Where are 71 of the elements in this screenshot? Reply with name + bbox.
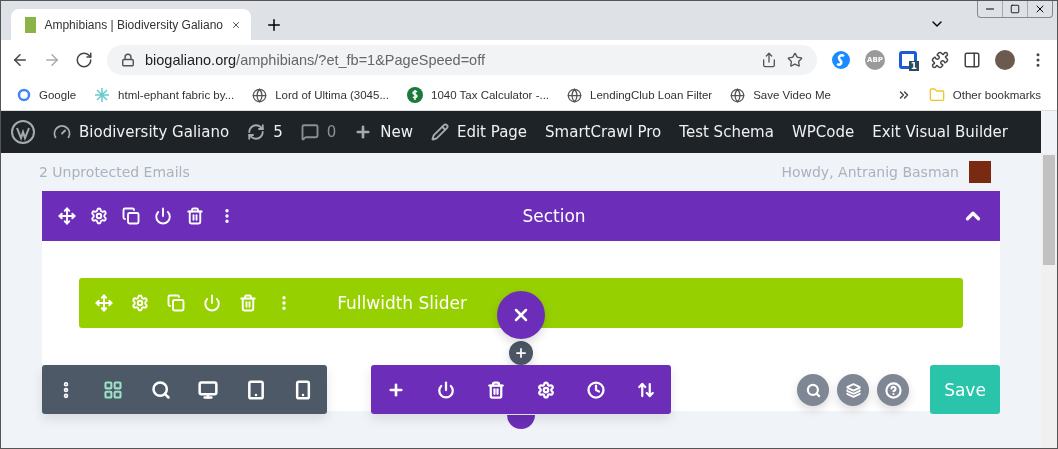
close-icon: [1034, 3, 1046, 15]
extension-icon[interactable]: [831, 50, 851, 70]
zoom-icon[interactable]: [150, 379, 171, 400]
wireframe-icon[interactable]: [103, 379, 124, 400]
trash-icon[interactable]: [487, 380, 505, 399]
power-icon[interactable]: [437, 380, 455, 399]
back-icon[interactable]: [11, 51, 29, 69]
restore-icon: [1010, 4, 1020, 14]
browser-tab[interactable]: Amphibians | Biodiversity Galiano: [11, 9, 251, 40]
folder-icon: [928, 87, 945, 103]
share-icon[interactable]: [761, 52, 777, 68]
count-badge: 1: [908, 61, 919, 71]
gauge-icon[interactable]: [53, 123, 71, 141]
globe-icon: [567, 87, 583, 103]
comment-icon[interactable]: [300, 123, 319, 141]
admin-bar-item[interactable]: Biodiversity Galiano: [53, 123, 230, 141]
admin-bar-item[interactable]: SmartCrawl Pro: [545, 123, 662, 141]
snowflake-icon: [94, 87, 111, 103]
bookmark[interactable]: Lord of Ultima (3045...: [252, 87, 389, 103]
bookmark[interactable]: 1040 Tax Calculator -...: [407, 87, 550, 103]
globe-icon: [730, 87, 746, 103]
extension-icon[interactable]: 1: [899, 51, 917, 69]
star-icon[interactable]: [787, 52, 803, 68]
puzzle-icon[interactable]: [931, 51, 949, 69]
globe-icon: [252, 87, 268, 103]
pencil-icon[interactable]: [430, 123, 449, 141]
admin-bar-item[interactable]: 0: [300, 123, 337, 141]
plus-icon: [514, 346, 528, 360]
admin-bar-item[interactable]: Edit Page: [430, 123, 528, 141]
power-icon[interactable]: [154, 207, 172, 225]
desktop-icon[interactable]: [198, 379, 219, 400]
history-icon[interactable]: [587, 380, 605, 399]
faint-greeting: Howdy, Antranig Basman: [781, 164, 959, 180]
layers-icon: [845, 382, 861, 398]
trash-icon[interactable]: [186, 207, 204, 225]
add-row-button[interactable]: [507, 415, 535, 429]
settings-icon[interactable]: [537, 380, 555, 399]
bookmark[interactable]: Save Video Me: [730, 87, 831, 103]
help-icon: [884, 381, 902, 399]
avatar: [969, 161, 991, 183]
address-bar[interactable]: biogaliano.org/amphibians/?et_fb=1&PageSpeed=off: [107, 45, 817, 75]
bookmark-folder[interactable]: Other bookmarks: [928, 87, 1041, 103]
admin-bar-item[interactable]: WPCode: [791, 123, 855, 141]
module-title: Fullwidth Slider: [337, 293, 467, 313]
admin-bar-item[interactable]: 5: [247, 123, 283, 141]
side-panel-icon[interactable]: [963, 51, 981, 69]
dollar-icon: [407, 87, 423, 103]
admin-bar-item[interactable]: Test Schema: [679, 123, 774, 141]
reload-icon[interactable]: [75, 51, 93, 69]
sort-icon[interactable]: [637, 380, 655, 399]
duplicate-icon[interactable]: [122, 207, 140, 225]
admin-bar-item[interactable]: Exit Visual Builder: [872, 123, 1008, 141]
tablet-icon[interactable]: [245, 379, 266, 400]
scrollbar[interactable]: [1041, 153, 1057, 448]
move-icon[interactable]: [58, 207, 76, 225]
bookmark[interactable]: html-ephant fabric by...: [94, 87, 235, 103]
tab-title: Amphibians | Biodiversity Galiano: [44, 17, 223, 32]
favicon-icon: [25, 16, 37, 33]
search-icon: [805, 382, 821, 398]
section-title: Section: [521, 206, 587, 226]
bookmark[interactable]: LendingClub Loan Filter: [567, 87, 713, 103]
settings-icon[interactable]: [90, 207, 108, 225]
lock-icon: [121, 53, 135, 67]
faint-notice: 2 Unprotected Emails: [39, 164, 190, 180]
wordpress-logo[interactable]: [11, 120, 35, 144]
avatar[interactable]: [995, 50, 1015, 70]
bookmark[interactable]: Google: [17, 88, 77, 102]
new-tab-button[interactable]: [265, 16, 283, 34]
admin-bar-item[interactable]: New: [354, 123, 413, 141]
refresh-icon[interactable]: [247, 123, 266, 141]
google-icon: [17, 88, 31, 102]
